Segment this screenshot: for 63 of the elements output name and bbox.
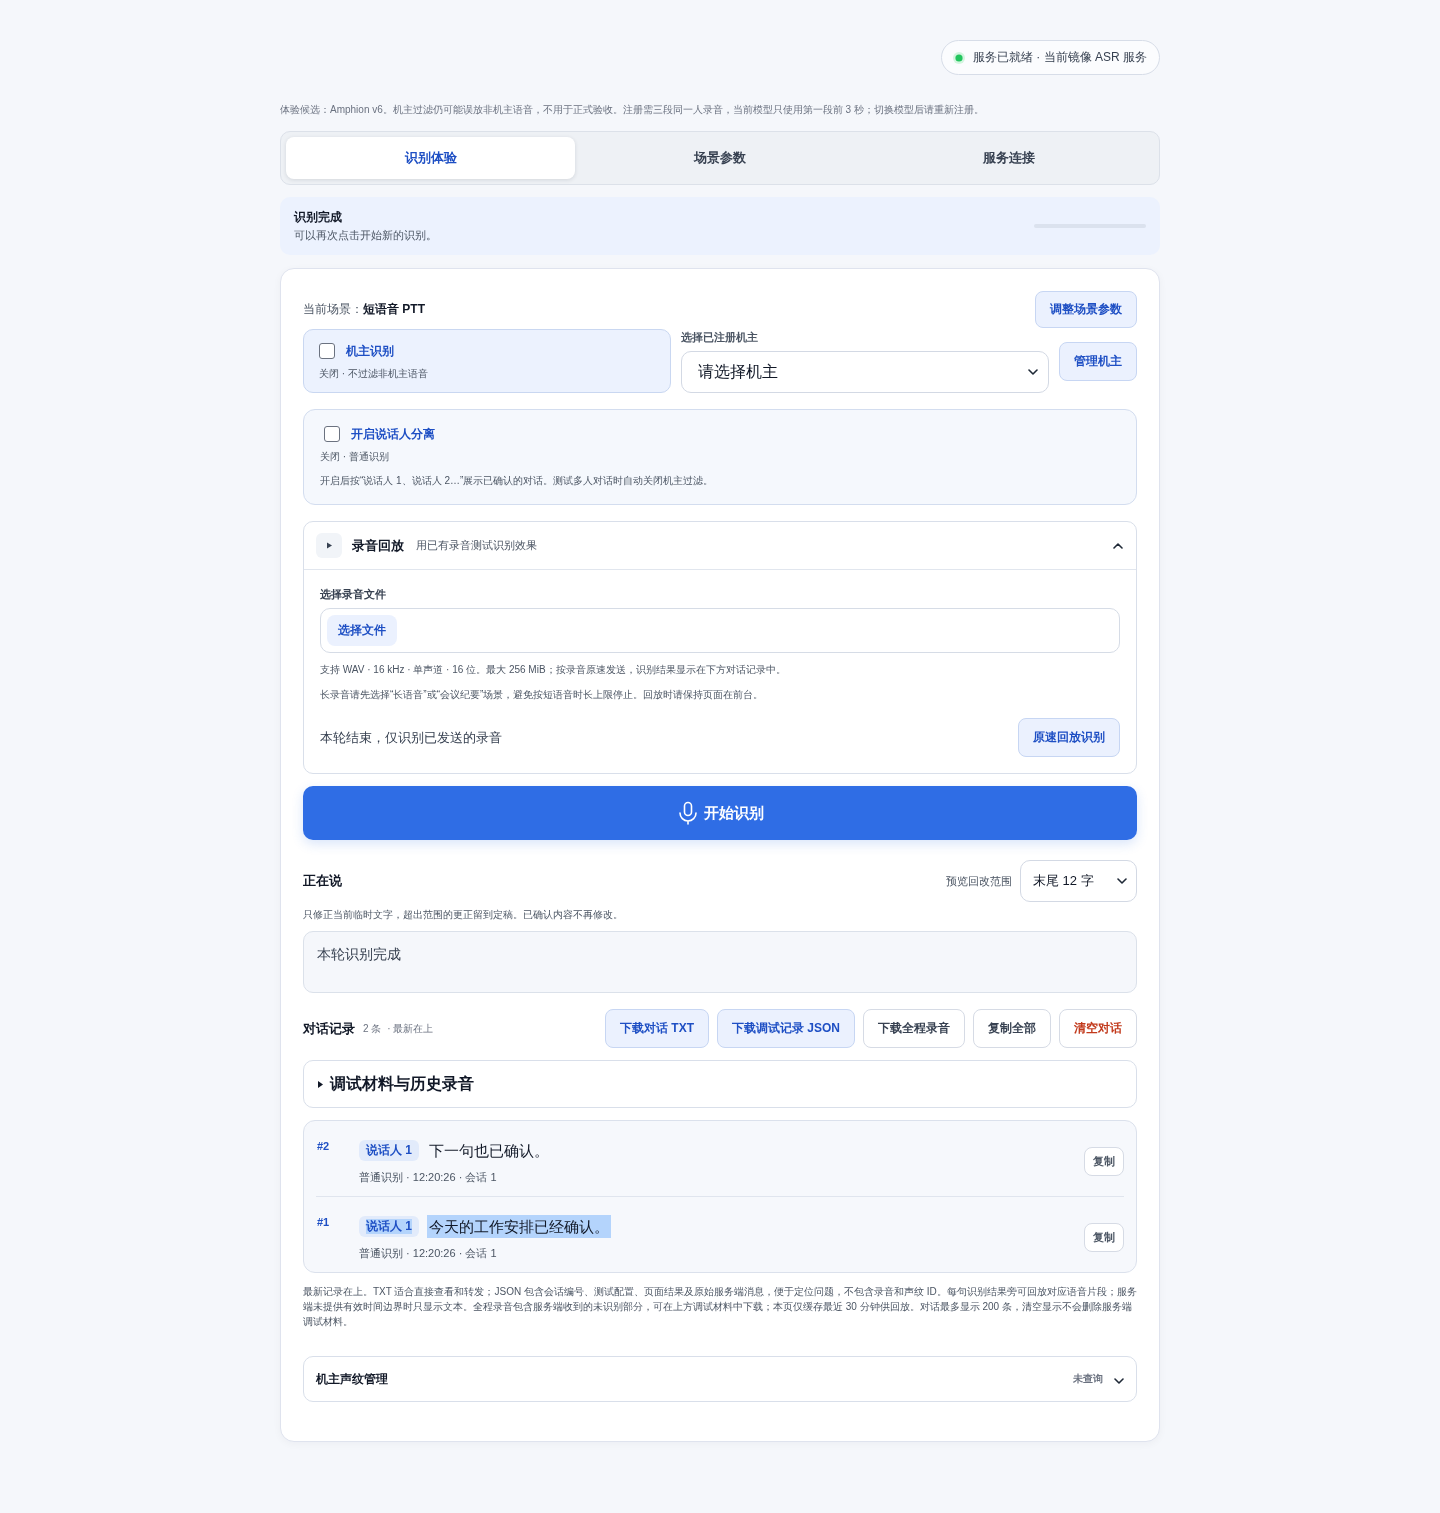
panel-title: 机主声纹管理: [316, 1370, 388, 1388]
panel-subtitle: 用已有录音测试识别效果: [416, 538, 537, 553]
action-button[interactable]: 复制全部: [973, 1009, 1051, 1048]
sort-order: · 最新在上: [387, 1021, 434, 1036]
option-detail: 关闭 · 普通识别: [320, 450, 390, 464]
footnote-text: 最新记录在上。TXT 适合直接查看和转发；JSON 包含会话编号、测试配置、页面结果及原始服务端消息，便于定位问题，不包含录音和声纹 ID。每句识别结果旁可回放对应语音片段；服务端未提供有效时间边界时只显示文本。全程录音包含服务端收到的未识别部分，可在上方调试材料中下载；本页仅缓存最近 30 分钟供回放。对话最多显示 200 条，清空显示不会删除服务端调试材料。: [303, 1285, 1137, 1329]
copy-button[interactable]: 复制: [1084, 1223, 1124, 1252]
select-value: 末尾 12 字: [1033, 872, 1094, 890]
query-status: 未查询: [1073, 1372, 1103, 1386]
scene-value: 短语音 PTT: [363, 301, 425, 318]
hint-text: 支持 WAV · 16 kHz · 单声道 · 16 位。最大 256 MiB；按录音原速发送，识别结果显示在下方对话记录中。: [320, 663, 787, 677]
entry-number: #1: [316, 1215, 331, 1229]
tab[interactable]: 场景参数: [575, 137, 865, 179]
checkbox[interactable]: [324, 426, 340, 442]
live-transcript-panel: 本轮识别完成: [303, 931, 1137, 993]
checkbox-label: 机主识别: [346, 342, 394, 360]
transcript-meta: 普通识别 · 12:20:26 · 会话 1: [359, 1246, 498, 1260]
range-select[interactable]: 末尾 12 字: [1020, 860, 1137, 902]
notice-text: 体验候选：Amphion v6。机主过滤仍可能误放非机主语音，不用于正式验收。注册需三段同一人录音，当前模型只使用第一段前 3 秒；切换模型后请重新注册。: [280, 103, 985, 117]
section-title: 正在说: [303, 872, 342, 890]
status-text: 服务已就绪 · 当前镜像 ASR 服务: [973, 49, 1147, 66]
section-title: 对话记录: [303, 1019, 355, 1038]
tab[interactable]: 识别体验: [286, 137, 576, 179]
record-count: 2 条: [363, 1021, 382, 1036]
option-detail: 关闭 · 不过滤非机主语音: [319, 367, 429, 381]
hint-text: 只修正当前临时文字，超出范围的更正留到定稿。已确认内容不再修改。: [303, 908, 624, 922]
adjust-scene-button[interactable]: 调整场景参数: [1035, 291, 1137, 328]
chevron-down-icon: [1117, 878, 1127, 884]
transcript-text: 今天的工作安排已经确认。: [427, 1215, 611, 1238]
action-button[interactable]: 下载全程录音: [863, 1009, 965, 1048]
playback-status: 本轮结束，仅识别已发送的录音: [320, 728, 502, 747]
manage-owner-button[interactable]: 管理机主: [1059, 341, 1137, 381]
field-label: 预览回改范围: [946, 873, 1012, 889]
chevron-down-icon: [1028, 369, 1038, 375]
field-label: 选择录音文件: [320, 587, 387, 601]
voiceprint-panel[interactable]: 机主声纹管理 未查询: [303, 1356, 1137, 1402]
entry-number: #2: [316, 1139, 331, 1153]
tab[interactable]: 服务连接: [864, 137, 1154, 179]
panel-title: 录音回放: [352, 536, 404, 555]
checkbox[interactable]: [319, 343, 335, 359]
checkbox-label: 开启说话人分离: [351, 425, 435, 443]
action-button[interactable]: 下载对话 TXT: [605, 1009, 709, 1048]
chevron-up-icon[interactable]: [1113, 542, 1123, 549]
replay-button[interactable]: 原速回放识别: [1018, 718, 1120, 757]
copy-button[interactable]: 复制: [1084, 1147, 1124, 1176]
speaker-tag: 说话人 1: [359, 1140, 419, 1161]
hint-text: 长录音请先选择“长语音”或“会议纪要”场景，避免按短语音时长上限停止。回放时请保持页面在前台。: [320, 688, 765, 702]
transcript-meta: 普通识别 · 12:20:26 · 会话 1: [359, 1170, 498, 1184]
action-button[interactable]: 清空对话: [1059, 1009, 1137, 1048]
banner-detail: 可以再次点击开始新的识别。: [294, 228, 437, 243]
transcript-text: 下一句也已确认。: [428, 1141, 550, 1161]
debug-materials-toggle[interactable]: 调试材料与历史录音: [303, 1060, 1137, 1108]
banner-title: 识别完成: [294, 209, 343, 225]
scene-label: 当前场景：: [303, 301, 363, 318]
play-icon: [316, 533, 342, 558]
field-label: 选择已注册机主: [681, 330, 759, 344]
option-description: 开启后按“说话人 1、说话人 2…”展示已确认的对话。测试多人对话时自动关闭机主过滤。: [320, 474, 715, 488]
owner-select[interactable]: 请选择机主: [681, 351, 1049, 393]
select-value: 请选择机主: [698, 361, 778, 382]
microphone-icon: [676, 801, 699, 825]
start-recognition-button[interactable]: 开始识别: [303, 786, 1137, 840]
choose-file-button[interactable]: 选择文件: [327, 615, 397, 646]
action-button[interactable]: 下载调试记录 JSON: [717, 1009, 855, 1048]
